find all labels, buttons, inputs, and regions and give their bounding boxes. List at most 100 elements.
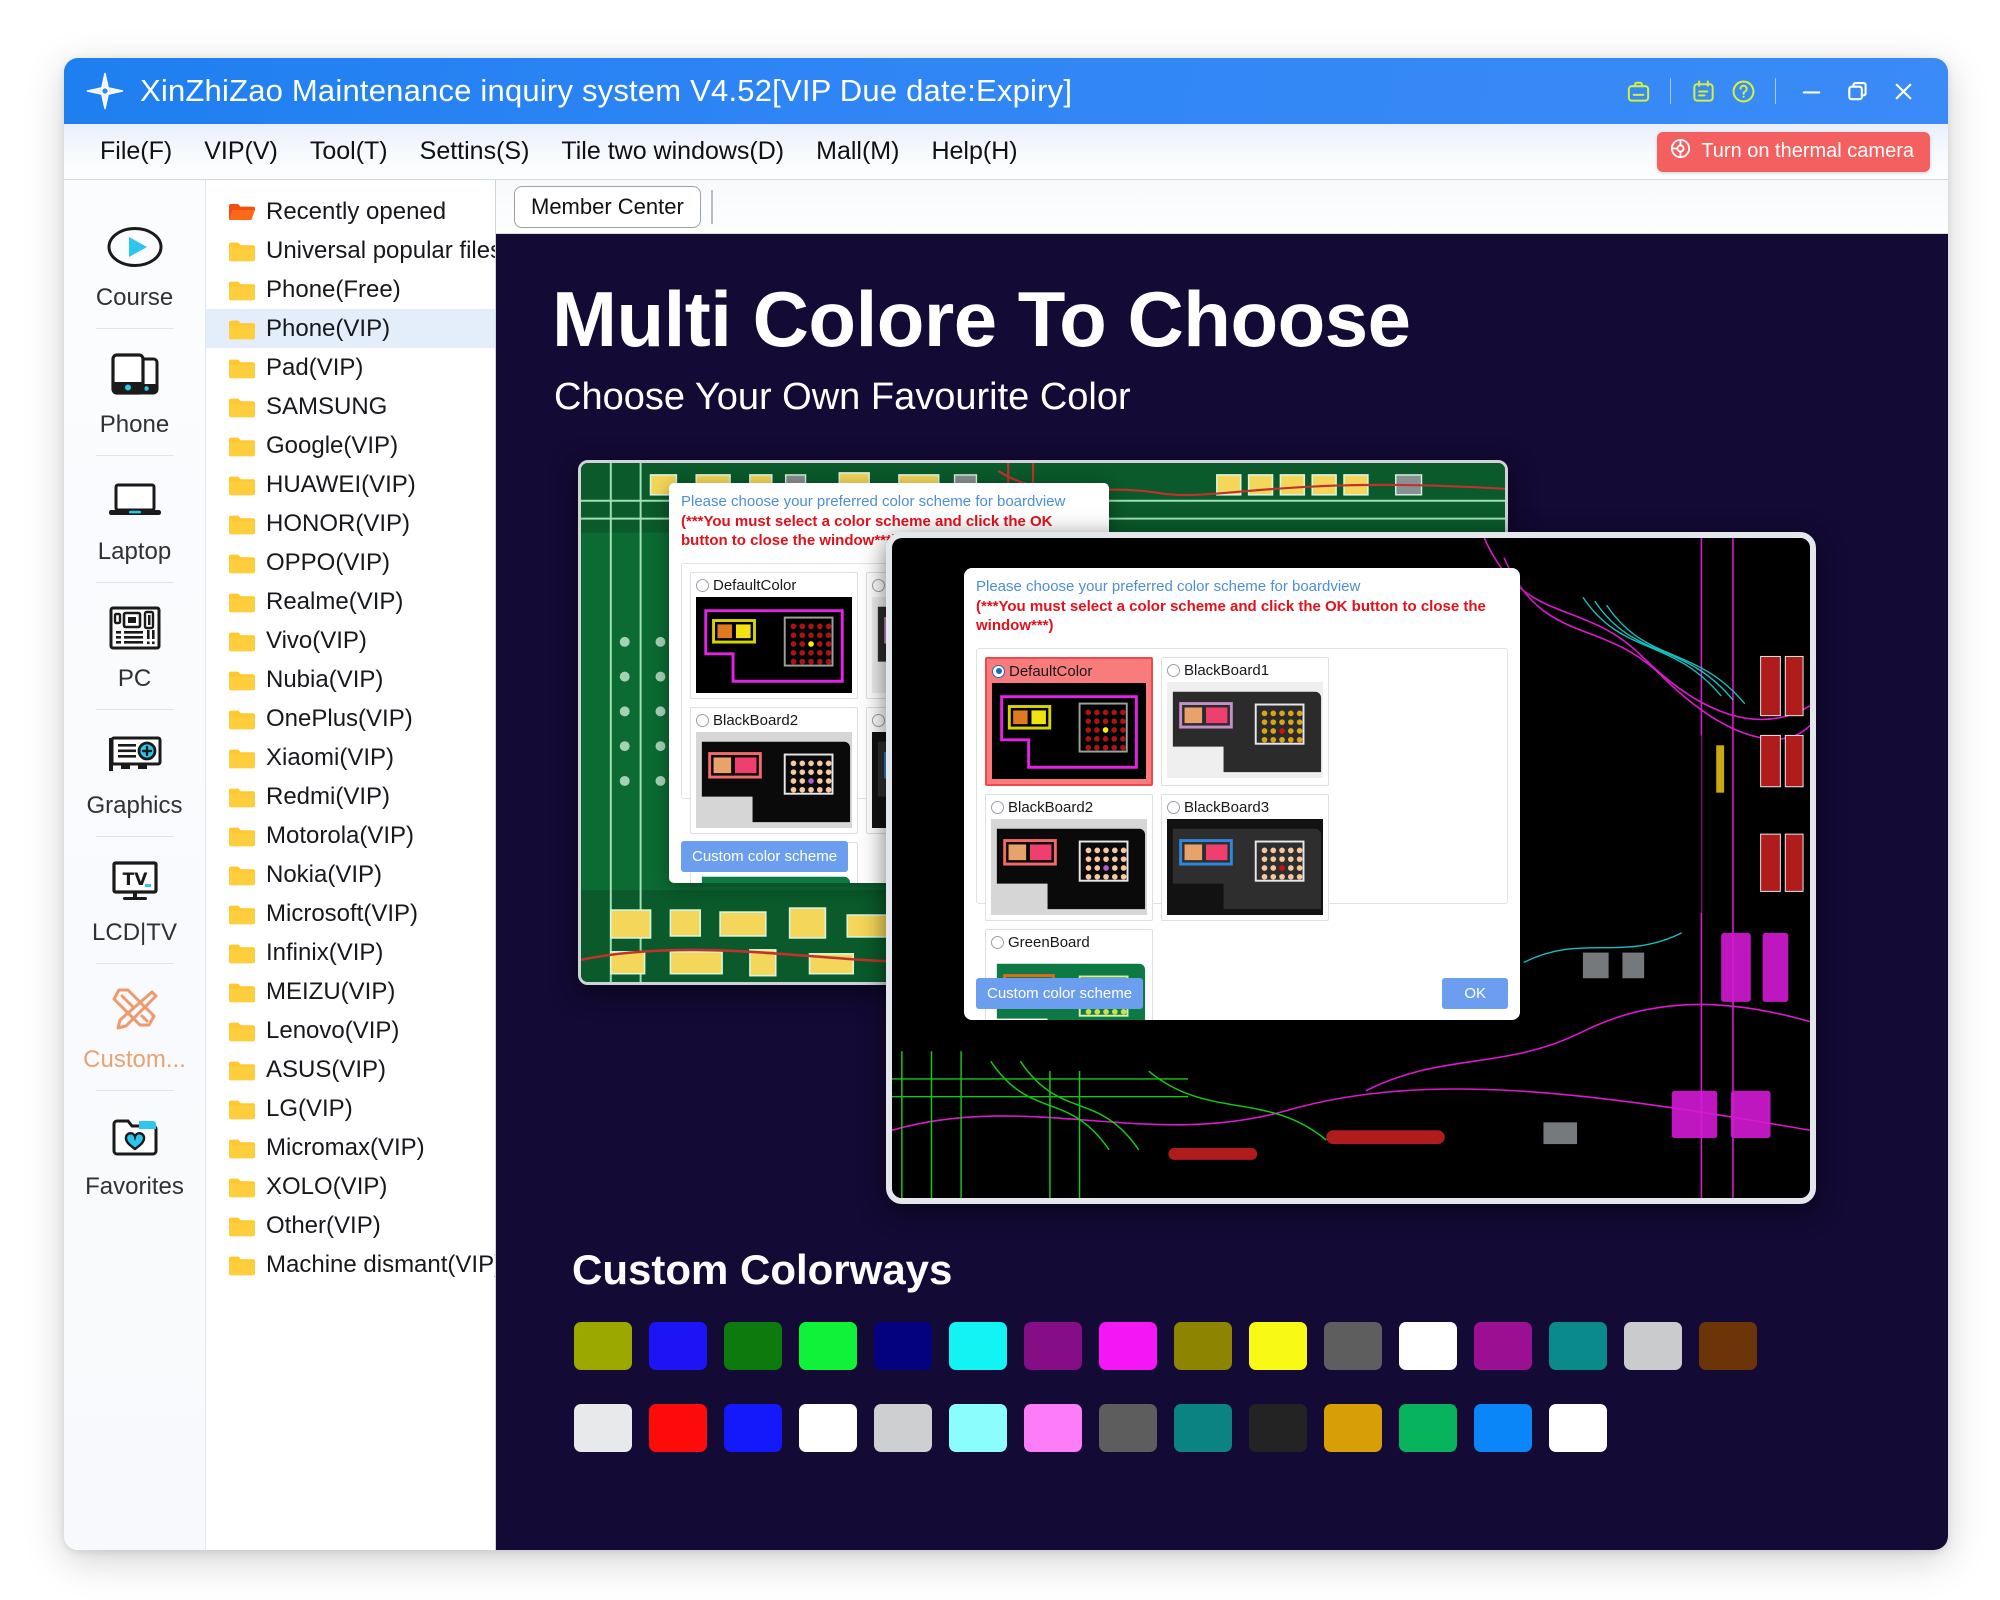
- scheme-option-blackboard2[interactable]: BlackBoard2: [985, 794, 1153, 921]
- colorway-swatch[interactable]: [724, 1404, 782, 1452]
- tree-item[interactable]: LG(VIP): [206, 1089, 495, 1128]
- custom-color-scheme-button[interactable]: Custom color scheme: [976, 978, 1143, 1009]
- scheme-option-blackboard3[interactable]: BlackBoard3: [1161, 794, 1329, 921]
- tree-item[interactable]: Infinix(VIP): [206, 933, 495, 972]
- tree-item[interactable]: Nubia(VIP): [206, 660, 495, 699]
- scheme-option-defaultcolor[interactable]: DefaultColor: [985, 657, 1153, 786]
- folder-tree[interactable]: Recently openedUniversal popular files (…: [206, 180, 496, 1550]
- tree-item[interactable]: Phone(VIP): [206, 309, 495, 348]
- tree-item[interactable]: Motorola(VIP): [206, 816, 495, 855]
- menu-item-settings[interactable]: Settins(S): [404, 133, 546, 170]
- close-icon[interactable]: [1880, 71, 1926, 111]
- rail-item-pc[interactable]: PC: [64, 587, 205, 703]
- colorway-swatch[interactable]: [1174, 1322, 1232, 1370]
- menu-item-mall[interactable]: Mall(M): [800, 133, 915, 170]
- rail-item-lcd-tv[interactable]: TV LCD|TV: [64, 841, 205, 957]
- menu-item-tool[interactable]: Tool(T): [294, 133, 404, 170]
- colorway-swatch[interactable]: [1249, 1322, 1307, 1370]
- radio-icon[interactable]: [872, 714, 885, 727]
- tree-item[interactable]: Pad(VIP): [206, 348, 495, 387]
- tree-item[interactable]: Phone(Free): [206, 270, 495, 309]
- tree-item[interactable]: Redmi(VIP): [206, 777, 495, 816]
- colorway-swatch[interactable]: [1549, 1404, 1607, 1452]
- rail-item-custom[interactable]: Custom...: [64, 968, 205, 1084]
- rail-item-favorites[interactable]: Favorites: [64, 1095, 205, 1211]
- radio-icon[interactable]: [992, 665, 1005, 678]
- tree-item[interactable]: MEIZU(VIP): [206, 972, 495, 1011]
- menu-item-tile-two-windows[interactable]: Tile two windows(D): [545, 133, 800, 170]
- radio-icon[interactable]: [1167, 664, 1180, 677]
- colorway-swatch[interactable]: [874, 1404, 932, 1452]
- tree-item[interactable]: Microsoft(VIP): [206, 894, 495, 933]
- colorway-swatch[interactable]: [1324, 1322, 1382, 1370]
- colorway-swatch[interactable]: [1024, 1322, 1082, 1370]
- colorway-swatch[interactable]: [574, 1404, 632, 1452]
- colorway-swatch[interactable]: [1399, 1404, 1457, 1452]
- colorway-swatch[interactable]: [1249, 1404, 1307, 1452]
- tree-item[interactable]: Universal popular files (free: [206, 231, 495, 270]
- colorway-swatch[interactable]: [574, 1322, 632, 1370]
- radio-icon[interactable]: [872, 579, 885, 592]
- tree-item[interactable]: Micromax(VIP): [206, 1128, 495, 1167]
- radio-icon[interactable]: [1167, 801, 1180, 814]
- colorway-swatch[interactable]: [1624, 1322, 1682, 1370]
- custom-color-scheme-button-back[interactable]: Custom color scheme: [681, 841, 848, 872]
- tree-item[interactable]: Xiaomi(VIP): [206, 738, 495, 777]
- help-circle-icon[interactable]: [1723, 71, 1763, 111]
- tree-item[interactable]: Other(VIP): [206, 1206, 495, 1245]
- briefcase-icon[interactable]: [1618, 71, 1658, 111]
- colorway-swatch[interactable]: [799, 1322, 857, 1370]
- tree-item[interactable]: ASUS(VIP): [206, 1050, 495, 1089]
- menu-item-vip[interactable]: VIP(V): [188, 133, 294, 170]
- restore-icon[interactable]: [1834, 71, 1880, 111]
- colorway-swatch[interactable]: [949, 1404, 1007, 1452]
- turn-on-thermal-camera-button[interactable]: Turn on thermal camera: [1657, 132, 1930, 172]
- colorway-swatch[interactable]: [1024, 1404, 1082, 1452]
- scheme-option-blackboard1[interactable]: BlackBoard1: [1161, 657, 1329, 786]
- colorway-swatch[interactable]: [1099, 1322, 1157, 1370]
- colorway-swatch[interactable]: [649, 1322, 707, 1370]
- colorway-swatch[interactable]: [1099, 1404, 1157, 1452]
- calendar-note-icon[interactable]: [1683, 71, 1723, 111]
- tree-item[interactable]: Vivo(VIP): [206, 621, 495, 660]
- colorway-swatch[interactable]: [949, 1322, 1007, 1370]
- menu-item-help[interactable]: Help(H): [915, 133, 1033, 170]
- rail-item-laptop[interactable]: Laptop: [64, 460, 205, 576]
- colorway-swatch[interactable]: [1399, 1322, 1457, 1370]
- colorway-swatch[interactable]: [874, 1322, 932, 1370]
- tree-item[interactable]: Google(VIP): [206, 426, 495, 465]
- radio-icon[interactable]: [991, 801, 1004, 814]
- tree-item[interactable]: OnePlus(VIP): [206, 699, 495, 738]
- tree-item[interactable]: Machine dismant(VIP): [206, 1245, 495, 1284]
- colorway-swatch[interactable]: [1324, 1404, 1382, 1452]
- tab-member-center[interactable]: Member Center: [514, 186, 701, 228]
- rail-item-phone[interactable]: Phone: [64, 333, 205, 449]
- colorway-swatch[interactable]: [1174, 1404, 1232, 1452]
- tree-item[interactable]: SAMSUNG: [206, 387, 495, 426]
- colorway-swatch[interactable]: [1474, 1322, 1532, 1370]
- tree-item[interactable]: Lenovo(VIP): [206, 1011, 495, 1050]
- tree-item[interactable]: Recently opened: [206, 192, 495, 231]
- radio-icon[interactable]: [991, 936, 1004, 949]
- colorway-swatch[interactable]: [799, 1404, 857, 1452]
- menu-item-file[interactable]: File(F): [84, 133, 188, 170]
- colorway-swatch[interactable]: [649, 1404, 707, 1452]
- colorway-swatch[interactable]: [1699, 1322, 1757, 1370]
- tree-item[interactable]: OPPO(VIP): [206, 543, 495, 582]
- scheme-option-defaultcolor[interactable]: DefaultColor: [690, 572, 858, 699]
- colorway-swatch[interactable]: [1549, 1322, 1607, 1370]
- tree-item[interactable]: Realme(VIP): [206, 582, 495, 621]
- tree-item[interactable]: XOLO(VIP): [206, 1167, 495, 1206]
- scheme-option-blackboard2[interactable]: BlackBoard2: [690, 707, 858, 834]
- minimize-icon[interactable]: [1788, 71, 1834, 111]
- colorway-swatch[interactable]: [1474, 1404, 1532, 1452]
- tree-item[interactable]: HONOR(VIP): [206, 504, 495, 543]
- rail-item-graphics[interactable]: Graphics: [64, 714, 205, 830]
- tree-item[interactable]: HUAWEI(VIP): [206, 465, 495, 504]
- colorway-swatch[interactable]: [724, 1322, 782, 1370]
- radio-icon[interactable]: [696, 714, 709, 727]
- rail-item-course[interactable]: Course: [64, 206, 205, 322]
- ok-button[interactable]: OK: [1442, 978, 1508, 1009]
- radio-icon[interactable]: [696, 579, 709, 592]
- tree-item[interactable]: Nokia(VIP): [206, 855, 495, 894]
